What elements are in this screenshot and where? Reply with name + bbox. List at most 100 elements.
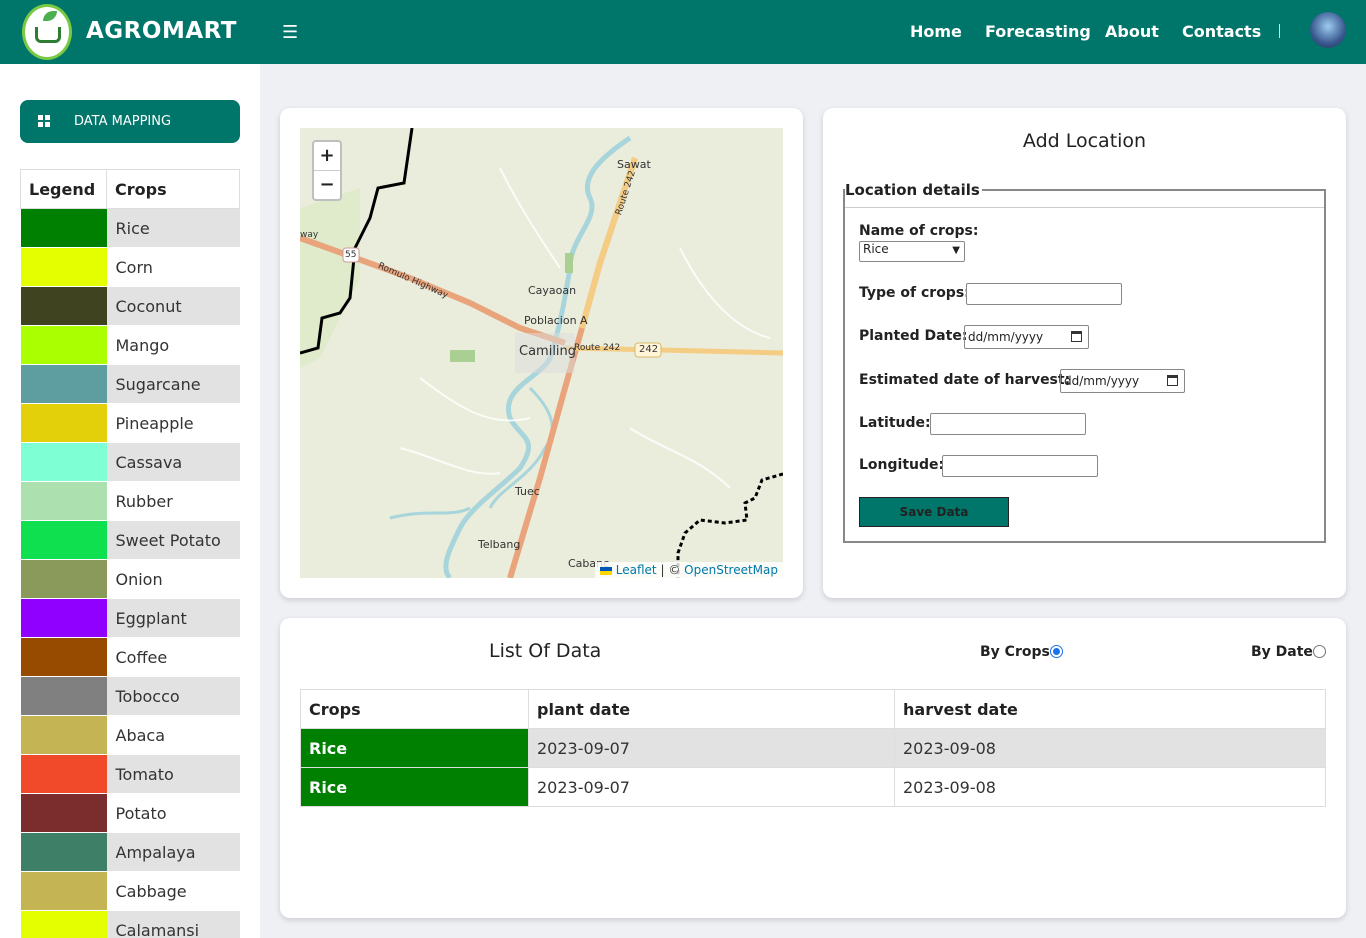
- calendar-icon[interactable]: [1071, 331, 1082, 342]
- legend-crop-name: Coffee: [106, 637, 240, 677]
- harvest-date-cell: 2023-09-08: [894, 767, 1326, 807]
- user-avatar[interactable]: [1310, 12, 1346, 48]
- column-plant-date: plant date: [528, 689, 895, 729]
- legend-color-swatch: [20, 364, 107, 404]
- legend-row: Corn: [20, 247, 240, 287]
- attribution-separator: | ©: [660, 563, 681, 577]
- plant-date-cell: 2023-09-07: [528, 728, 895, 768]
- zoom-out-button[interactable]: −: [314, 171, 340, 200]
- legend-crop-name: Coconut: [106, 286, 240, 326]
- location-details-legend: Location details: [845, 181, 982, 199]
- longitude-input[interactable]: [942, 455, 1098, 477]
- legend-row: Tobocco: [20, 676, 240, 716]
- legend-crop-name: Onion: [106, 559, 240, 599]
- column-crops: Crops: [300, 689, 529, 729]
- by-date-radio[interactable]: [1313, 645, 1326, 658]
- legend-crop-name: Cabbage: [106, 871, 240, 911]
- chevron-down-icon: ▼: [952, 245, 960, 256]
- legend-crop-name: Calamansi: [106, 910, 240, 938]
- leaflet-link[interactable]: Leaflet: [616, 563, 657, 577]
- crop-cell: Rice: [300, 767, 529, 807]
- type-of-crops-input[interactable]: [966, 283, 1122, 305]
- legend-color-swatch: [20, 559, 107, 599]
- legend-row: Coconut: [20, 286, 240, 326]
- legend-color-swatch: [20, 325, 107, 365]
- map-label-cayaoan: Cayaoan: [528, 284, 577, 297]
- harvest-date-cell: 2023-09-08: [894, 728, 1326, 768]
- table-row[interactable]: Rice 2023-09-07 2023-09-08: [300, 728, 1326, 768]
- legend-row: Onion: [20, 559, 240, 599]
- map-badge-55: 55: [345, 250, 357, 260]
- agromart-logo[interactable]: [22, 4, 72, 60]
- type-of-crops-label: Type of crops:: [859, 285, 970, 301]
- grid-icon: [38, 115, 50, 127]
- legend-row: Rubber: [20, 481, 240, 521]
- legend-color-swatch: [20, 910, 107, 938]
- latitude-label: Latitude:: [859, 415, 931, 431]
- by-crops-radio[interactable]: [1050, 645, 1063, 658]
- zoom-control: + −: [312, 140, 342, 201]
- legend-crop-name: Eggplant: [106, 598, 240, 638]
- planted-date-input[interactable]: dd/mm/yyyy: [964, 325, 1089, 349]
- list-of-data-card: List Of Data By Crops By Date Crops plan…: [280, 618, 1346, 918]
- legend-row: Abaca: [20, 715, 240, 755]
- map-badge-242: 242: [639, 344, 659, 355]
- map-attribution: Leaflet | © OpenStreetMap: [594, 562, 783, 578]
- legend-row: Sweet Potato: [20, 520, 240, 560]
- by-crops-label: By Crops: [980, 644, 1050, 660]
- legend-row: Calamansi: [20, 910, 240, 938]
- data-table: Crops plant date harvest date Rice 2023-0…: [300, 689, 1326, 807]
- harvest-date-input[interactable]: dd/mm/yyyy: [1060, 369, 1185, 393]
- map-label-way: way: [300, 230, 319, 240]
- by-date-label: By Date: [1251, 644, 1313, 660]
- top-navbar: AGROMART ☰ Home Forecasting About Contac…: [0, 0, 1366, 64]
- table-row[interactable]: Rice 2023-09-07 2023-09-08: [300, 767, 1326, 807]
- nav-contacts[interactable]: Contacts: [1182, 22, 1261, 41]
- legend-color-swatch: [20, 754, 107, 794]
- legend-color-swatch: [20, 442, 107, 482]
- legend-color-swatch: [20, 676, 107, 716]
- legend-row: Rice: [20, 208, 240, 248]
- osm-link[interactable]: OpenStreetMap: [684, 563, 778, 577]
- crop-cell: Rice: [300, 728, 529, 768]
- calendar-icon[interactable]: [1167, 375, 1178, 386]
- legend-color-swatch: [20, 520, 107, 560]
- nav-home[interactable]: Home: [910, 22, 962, 41]
- map-label-telbang: Telbang: [478, 538, 521, 551]
- legend-color-swatch: [20, 793, 107, 833]
- legend-color-swatch: [20, 715, 107, 755]
- legend-color-swatch: [20, 637, 107, 677]
- legend-row: Eggplant: [20, 598, 240, 638]
- legend-crop-name: Rubber: [106, 481, 240, 521]
- list-of-data-title: List Of Data: [489, 640, 602, 662]
- name-of-crops-label: Name of crops:: [859, 223, 979, 239]
- legend-row: Sugarcane: [20, 364, 240, 404]
- legend-color-swatch: [20, 208, 107, 248]
- nav-about[interactable]: About: [1105, 22, 1159, 41]
- nav-divider: [1279, 24, 1280, 38]
- legend-row: Pineapple: [20, 403, 240, 443]
- map-label-sawat: Sawat: [617, 158, 651, 171]
- crop-name-select[interactable]: Rice ▼: [859, 241, 965, 262]
- data-mapping-button[interactable]: DATA MAPPING: [20, 100, 240, 143]
- map-card: Sawat Cayaoan Poblacion A Camiling Route…: [280, 108, 803, 598]
- latitude-input[interactable]: [930, 413, 1086, 435]
- leaflet-map[interactable]: Sawat Cayaoan Poblacion A Camiling Route…: [300, 128, 783, 578]
- hamburger-menu-icon[interactable]: ☰: [282, 22, 298, 43]
- legend-crop-name: Sweet Potato: [106, 520, 240, 560]
- legend-row: Mango: [20, 325, 240, 365]
- legend-color-swatch: [20, 832, 107, 872]
- zoom-in-button[interactable]: +: [314, 142, 340, 171]
- harvest-date-label: Estimated date of harvest:: [859, 372, 1071, 388]
- map-label-poblacion: Poblacion A: [524, 314, 588, 327]
- nav-forecasting[interactable]: Forecasting: [985, 22, 1091, 41]
- crops-header: Crops: [106, 169, 240, 209]
- legend-color-swatch: [20, 247, 107, 287]
- legend-row: Coffee: [20, 637, 240, 677]
- column-harvest-date: harvest date: [894, 689, 1326, 729]
- legend-crop-name: Potato: [106, 793, 240, 833]
- legend-crop-name: Sugarcane: [106, 364, 240, 404]
- map-label-tuec: Tuec: [515, 485, 540, 498]
- brand-name[interactable]: AGROMART: [86, 18, 237, 44]
- save-data-button[interactable]: Save Data: [859, 497, 1009, 527]
